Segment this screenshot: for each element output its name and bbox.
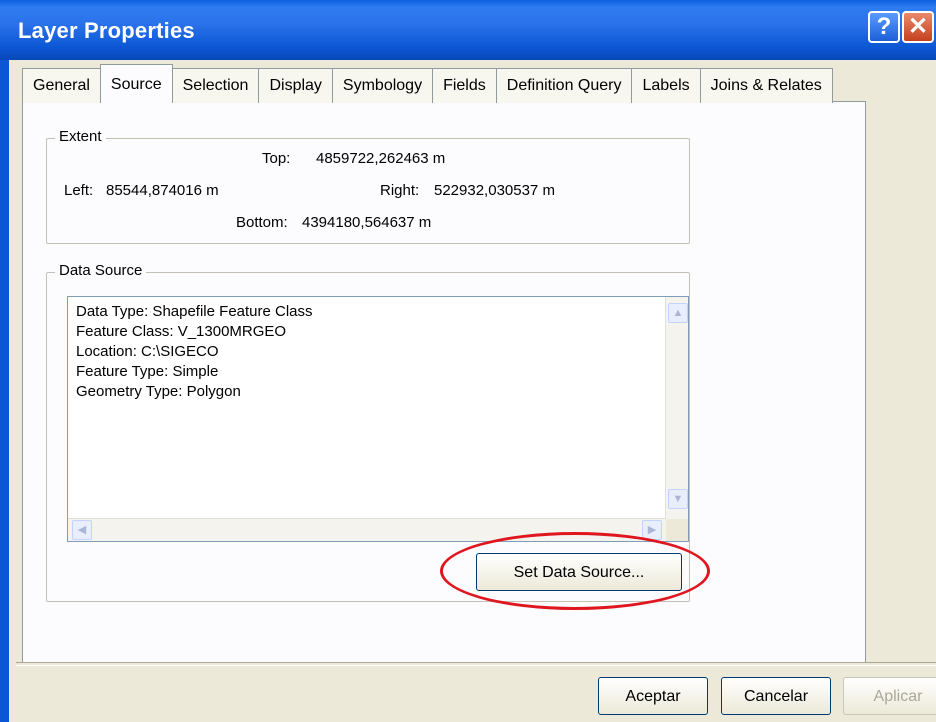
- location-line: Location: C:\SIGECO: [76, 343, 219, 360]
- extent-top-label: Top:: [262, 150, 291, 167]
- title-bar[interactable]: Layer Properties ? ✕: [0, 0, 936, 60]
- extent-top-value: 4859722,262463 m: [316, 150, 446, 167]
- extent-right-label: Right:: [380, 182, 420, 199]
- geometry-type-line: Geometry Type: Polygon: [76, 383, 241, 400]
- extent-left-label: Left:: [64, 182, 94, 199]
- extent-bottom-label: Bottom:: [236, 214, 288, 231]
- layer-properties-dialog: Layer Properties ? ✕ General Source Sele…: [0, 0, 936, 722]
- close-button[interactable]: ✕: [902, 11, 934, 43]
- separator: [16, 662, 936, 666]
- extent-left-value: 85544,874016 m: [106, 182, 219, 199]
- tab-display[interactable]: Display: [258, 68, 333, 103]
- tab-labels[interactable]: Labels: [631, 68, 701, 103]
- scroll-down-icon[interactable]: ▼: [668, 489, 688, 509]
- ok-button[interactable]: Aceptar: [598, 677, 708, 715]
- scroll-right-icon[interactable]: ▶: [642, 520, 662, 540]
- tab-source[interactable]: Source: [99, 64, 173, 103]
- tab-definition-query[interactable]: Definition Query: [495, 68, 633, 103]
- question-mark-icon: ?: [876, 13, 892, 40]
- vertical-scrollbar[interactable]: ▲ ▼: [665, 297, 688, 519]
- set-data-source-button[interactable]: Set Data Source...: [476, 553, 682, 591]
- tab-fields[interactable]: Fields: [432, 68, 497, 103]
- feature-class-line: Feature Class: V_1300MRGEO: [76, 323, 287, 340]
- extent-bottom-value: 4394180,564637 m: [302, 214, 432, 231]
- feature-type-line: Feature Type: Simple: [76, 363, 219, 380]
- apply-button[interactable]: Aplicar: [843, 677, 936, 715]
- help-button[interactable]: ?: [868, 11, 900, 43]
- scrollbar-corner: [666, 519, 688, 541]
- scroll-up-icon[interactable]: ▲: [668, 303, 688, 323]
- scroll-left-icon[interactable]: ◀: [72, 520, 92, 540]
- data-source-group-label: Data Source: [55, 262, 147, 279]
- tab-symbology[interactable]: Symbology: [331, 68, 434, 103]
- data-type-line: Data Type: Shapefile Feature Class: [76, 303, 313, 320]
- cancel-button[interactable]: Cancelar: [721, 677, 831, 715]
- tab-selection[interactable]: Selection: [171, 68, 260, 103]
- extent-group-label: Extent: [55, 128, 106, 145]
- horizontal-scrollbar[interactable]: ◀ ▶: [68, 518, 666, 541]
- tab-general[interactable]: General: [22, 68, 101, 103]
- data-source-info-box[interactable]: Data Type: Shapefile Feature Class Featu…: [67, 296, 689, 542]
- dialog-title: Layer Properties: [18, 18, 195, 43]
- tab-strip: General Source Selection Display Symbolo…: [22, 64, 833, 103]
- extent-right-value: 522932,030537 m: [434, 182, 555, 199]
- tab-joins-relates[interactable]: Joins & Relates: [699, 68, 833, 103]
- close-icon: ✕: [907, 13, 929, 40]
- window-border: [0, 60, 9, 722]
